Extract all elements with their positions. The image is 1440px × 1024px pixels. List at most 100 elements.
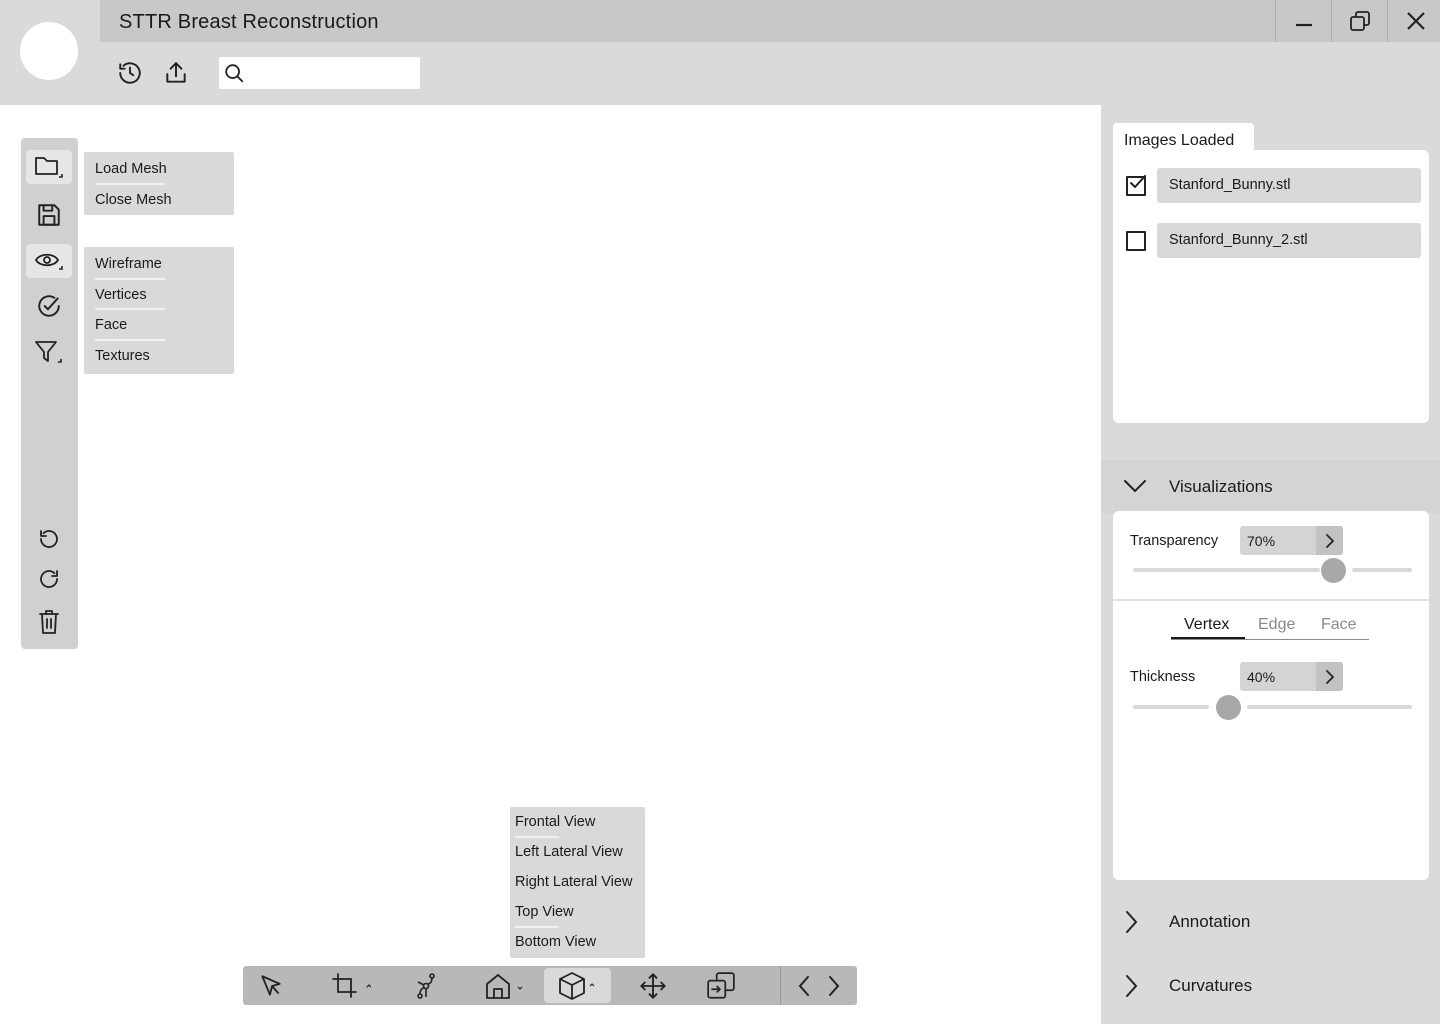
vector-path-tool[interactable] (408, 968, 444, 1003)
tab-edge[interactable]: Edge (1258, 616, 1295, 634)
chevron-down-icon (1123, 476, 1147, 496)
app-header: STTR Breast Reconstruction (0, 0, 1440, 105)
view-menu: Wireframe Vertices Face Textures (84, 247, 234, 374)
curvatures-header[interactable]: Curvatures (1101, 961, 1440, 1011)
export-icon (163, 60, 189, 86)
select-tool[interactable] (253, 968, 289, 1003)
chevron-right-icon (1324, 533, 1336, 549)
menu-item-wireframe[interactable]: Wireframe (95, 256, 162, 272)
visualizations-panel: Transparency 70% Vertex Edge Face Thickn… (1113, 511, 1429, 880)
section-label: Curvatures (1169, 976, 1253, 995)
transparency-label: Transparency (1130, 533, 1219, 549)
menu-item-left-lateral-view[interactable]: Left Lateral View (515, 844, 623, 860)
import-tool[interactable] (702, 968, 740, 1003)
trash-icon (37, 609, 61, 635)
menu-item-top-view[interactable]: Top View (515, 904, 574, 920)
bottom-toolbar (243, 966, 857, 1005)
left-toolbar (21, 138, 78, 649)
section-label: Annotation (1169, 912, 1251, 931)
thickness-field[interactable]: 40% (1240, 662, 1343, 691)
move-icon (639, 972, 667, 1000)
open-file-tool[interactable] (26, 150, 72, 184)
delete-tool[interactable] (26, 605, 72, 639)
images-list: Stanford_Bunny.stl Stanford_Bunny_2.stl (1113, 150, 1429, 423)
next-button[interactable] (821, 968, 847, 1003)
file-menu: Load Mesh Close Mesh (84, 152, 234, 215)
title-bar: STTR Breast Reconstruction (100, 0, 1440, 42)
file-checkbox-checked[interactable] (1126, 175, 1146, 196)
transparency-value: 70% (1247, 533, 1276, 549)
validate-tool[interactable] (26, 289, 72, 323)
search-input[interactable] (253, 57, 413, 89)
filter-icon (34, 339, 64, 365)
check-circle-icon (36, 293, 62, 319)
undo-icon (37, 527, 61, 551)
redo-icon (37, 567, 61, 591)
menu-divider (95, 183, 165, 185)
search-icon (223, 62, 245, 84)
right-panel: Images Loaded Stanford_Bunny.stl Stanfor… (1101, 105, 1440, 1024)
annotation-header[interactable]: Annotation (1101, 897, 1440, 947)
crop-tool[interactable] (329, 968, 373, 1003)
menu-divider (95, 339, 165, 341)
thickness-slider-track[interactable] (1247, 705, 1412, 709)
previous-button[interactable] (791, 968, 817, 1003)
menu-item-textures[interactable]: Textures (95, 348, 150, 364)
restore-button[interactable] (1331, 0, 1387, 42)
file-item[interactable]: Stanford_Bunny_2.stl (1157, 223, 1421, 258)
eye-icon (34, 249, 64, 273)
filter-tool[interactable] (26, 335, 72, 369)
close-window-button[interactable] (1387, 0, 1440, 42)
save-tool[interactable] (26, 198, 72, 232)
thickness-slider-thumb[interactable] (1216, 695, 1241, 720)
tab-face[interactable]: Face (1321, 616, 1357, 634)
menu-divider (95, 308, 165, 310)
transparency-increment-button[interactable] (1316, 526, 1343, 555)
transparency-slider-thumb[interactable] (1321, 558, 1346, 583)
restore-icon (1348, 9, 1372, 33)
minimize-icon (1294, 11, 1314, 31)
tab-vertex[interactable]: Vertex (1184, 616, 1229, 634)
select-cursor-icon (258, 973, 284, 999)
import-icon (706, 971, 736, 1001)
visualizations-header[interactable]: Visualizations (1101, 460, 1440, 513)
move-tool[interactable] (635, 968, 671, 1003)
save-icon (36, 202, 62, 228)
section-label: Visualizations (1169, 477, 1273, 496)
tab-label: Images Loaded (1124, 132, 1235, 149)
menu-item-load-mesh[interactable]: Load Mesh (95, 161, 167, 177)
menu-divider (515, 836, 559, 838)
transparency-slider-track[interactable] (1352, 568, 1412, 572)
undo-tool[interactable] (26, 522, 72, 556)
history-button[interactable] (115, 58, 145, 88)
chevron-right-icon (1123, 974, 1139, 998)
thickness-label: Thickness (1130, 669, 1196, 685)
active-tab-indicator (1171, 637, 1245, 639)
menu-item-right-lateral-view[interactable]: Right Lateral View (515, 874, 632, 890)
menu-item-vertices[interactable]: Vertices (95, 287, 147, 303)
section-divider (1113, 599, 1429, 601)
cube-icon (558, 971, 598, 1001)
minimize-button[interactable] (1275, 0, 1331, 42)
camera-view-tool[interactable] (544, 968, 611, 1003)
view-mode-tool[interactable] (26, 244, 72, 278)
file-checkbox-unchecked[interactable] (1126, 231, 1146, 251)
menu-item-bottom-view[interactable]: Bottom View (515, 934, 596, 950)
chevron-right-icon (1324, 669, 1336, 685)
export-button[interactable] (161, 58, 191, 88)
thickness-slider-track[interactable] (1133, 705, 1209, 709)
menu-item-face[interactable]: Face (95, 317, 127, 333)
thickness-increment-button[interactable] (1316, 662, 1343, 691)
home-icon (484, 972, 524, 1000)
menu-item-frontal-view[interactable]: Frontal View (515, 814, 595, 830)
transparency-field[interactable]: 70% (1240, 526, 1343, 555)
home-tool[interactable] (482, 968, 526, 1003)
transparency-slider-track[interactable] (1133, 568, 1320, 572)
camera-view-menu: Frontal View Left Lateral View Right Lat… (510, 807, 645, 958)
search-box[interactable] (219, 57, 420, 89)
close-icon (1405, 10, 1427, 32)
file-item[interactable]: Stanford_Bunny.stl (1157, 168, 1421, 203)
menu-item-close-mesh[interactable]: Close Mesh (95, 192, 172, 208)
redo-tool[interactable] (26, 562, 72, 596)
toolbar-divider (780, 966, 781, 1005)
